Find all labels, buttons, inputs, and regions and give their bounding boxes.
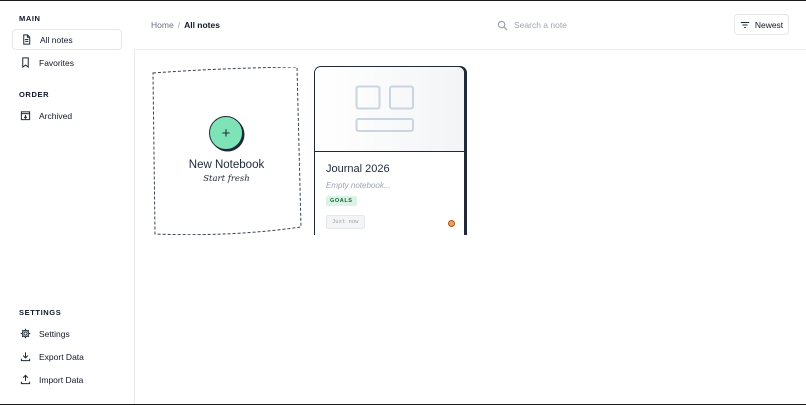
search-icon: [497, 20, 508, 31]
add-notebook-button[interactable]: +: [209, 116, 243, 150]
search-bar: [497, 17, 697, 33]
new-notebook-title: New Notebook: [188, 159, 265, 171]
sidebar-item-settings[interactable]: Settings: [12, 323, 122, 344]
status-dot: [448, 220, 455, 227]
notebook-card[interactable]: Journal 2026 Empty notebook... GOALS Jus…: [314, 66, 465, 235]
new-notebook-card[interactable]: + New Notebook Start fresh: [151, 67, 302, 235]
top-bar: Home / All notes Newest: [134, 1, 806, 50]
sidebar-item-label: Archived: [39, 110, 73, 121]
sidebar-item-archived[interactable]: Archived: [12, 105, 122, 126]
plus-icon: +: [221, 124, 231, 142]
sidebar-item-label: Import Data: [39, 374, 84, 385]
sidebar-item-favorites[interactable]: Favorites: [12, 52, 122, 73]
section-label-main: MAIN: [19, 14, 41, 23]
breadcrumb-home-link[interactable]: Home: [151, 20, 174, 30]
sidebar-item-import-data[interactable]: Import Data: [12, 369, 122, 390]
notebook-subtitle: Empty notebook...: [326, 181, 391, 190]
breadcrumb-current: All notes: [184, 20, 220, 30]
notebook-thumbnail: [315, 67, 464, 152]
tag-badge: GOALS: [326, 196, 357, 206]
document-icon: [21, 34, 32, 45]
sidebar-item-export-data[interactable]: Export Data: [12, 346, 122, 367]
bookmark-icon: [20, 57, 31, 68]
upload-icon: [20, 374, 31, 385]
sidebar-item-all-notes[interactable]: All notes: [12, 29, 122, 50]
sidebar-item-label: Settings: [39, 328, 70, 339]
dashed-border: [152, 67, 302, 235]
new-notebook-subtitle: Start fresh: [203, 174, 250, 184]
section-label-settings: SETTINGS: [19, 308, 62, 317]
sidebar-item-label: Export Data: [39, 351, 84, 362]
breadcrumb-separator: /: [177, 20, 181, 30]
breadcrumb: Home / All notes: [151, 20, 220, 30]
timestamp-badge: Just now: [326, 215, 365, 229]
section-label-order: ORDER: [19, 90, 50, 99]
search-input[interactable]: [512, 19, 686, 31]
layout-placeholder-icon: [355, 85, 414, 132]
notebook-title: Journal 2026: [326, 163, 390, 175]
sidebar: MAIN All notes Favorites ORDER Archived …: [0, 1, 135, 404]
sort-button[interactable]: Newest: [734, 14, 789, 35]
sort-button-label: Newest: [754, 19, 784, 30]
archive-icon: [20, 110, 31, 121]
sidebar-item-label: All notes: [40, 34, 73, 45]
sidebar-item-label: Favorites: [39, 57, 74, 68]
gear-icon: [20, 328, 31, 339]
filter-icon: [740, 21, 749, 28]
download-icon: [20, 351, 31, 362]
